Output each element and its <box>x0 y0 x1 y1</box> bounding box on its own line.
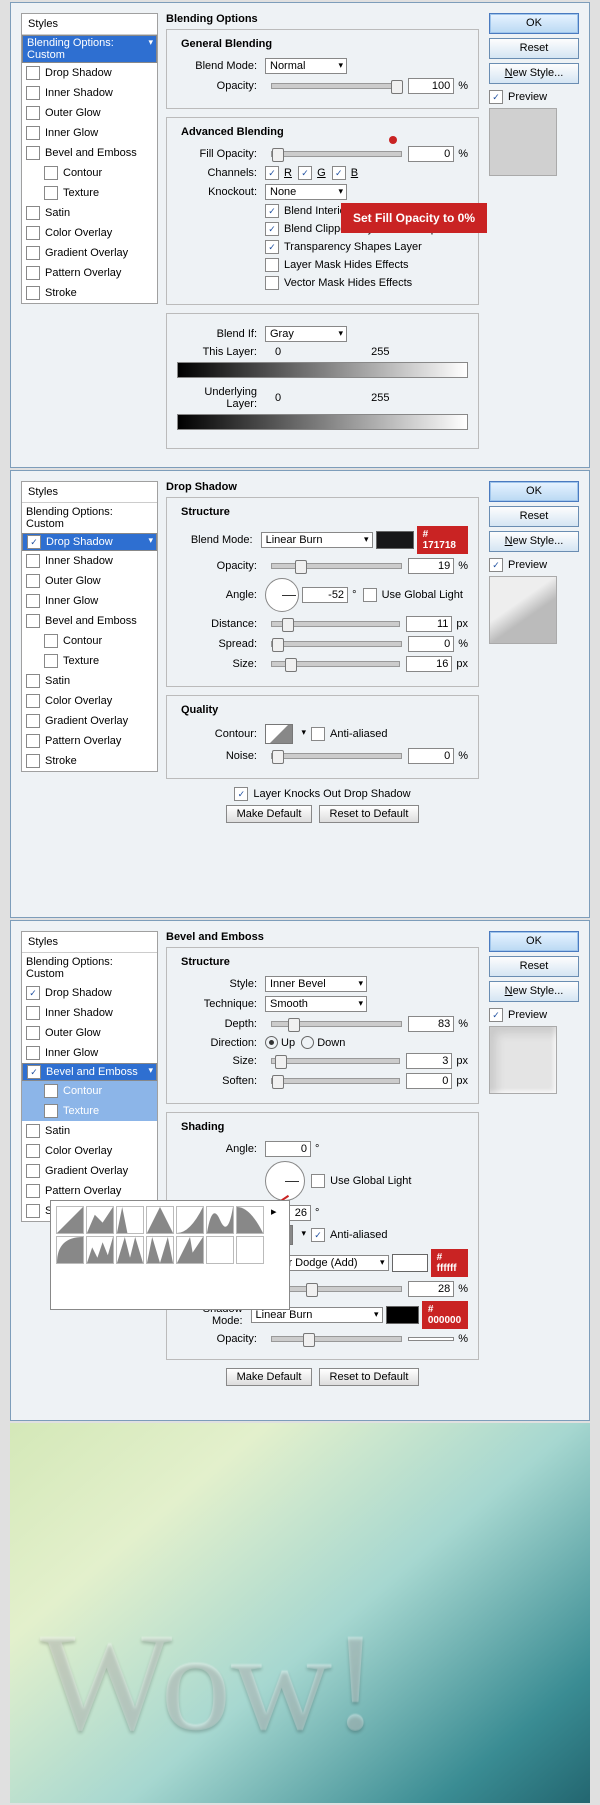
style-inner-glow[interactable]: Inner Glow <box>22 123 157 143</box>
reset-button[interactable]: Reset <box>489 38 579 59</box>
annotation-callout: Set Fill Opacity to 0% <box>341 203 487 233</box>
style-bevel-emboss[interactable]: Bevel and Emboss <box>22 1063 157 1081</box>
style-select[interactable]: Inner Bevel <box>265 976 367 992</box>
underlying-layer-gradient[interactable] <box>177 414 468 430</box>
bevel-emboss-panel: Styles Blending Options: Custom Drop Sha… <box>10 920 590 1421</box>
style-gradient-overlay[interactable]: Gradient Overlay <box>22 243 157 263</box>
angle-altitude-dial[interactable] <box>265 1161 305 1201</box>
opacity-slider[interactable] <box>271 83 402 89</box>
technique-select[interactable]: Smooth <box>265 996 367 1012</box>
opacity-input[interactable]: 100 <box>408 78 454 94</box>
style-drop-shadow[interactable]: Drop Shadow <box>22 533 157 551</box>
ok-button[interactable]: OK <box>489 931 579 952</box>
blending-options-item[interactable]: Blending Options: Custom <box>22 35 157 63</box>
make-default-button[interactable]: Make Default <box>226 805 313 823</box>
style-contour[interactable]: Contour <box>22 163 157 183</box>
preview-checkbox[interactable] <box>489 90 503 104</box>
ok-button[interactable]: OK <box>489 481 579 502</box>
contour-presets-popup[interactable]: ▸ <box>50 1200 290 1310</box>
style-bevel-emboss[interactable]: Bevel and Emboss <box>22 143 157 163</box>
contour-popup-arrow-icon[interactable]: ▸ <box>271 1205 277 1235</box>
style-satin[interactable]: Satin <box>22 203 157 223</box>
style-drop-shadow[interactable]: Drop Shadow <box>22 63 157 83</box>
channel-b-checkbox[interactable] <box>332 166 346 180</box>
styles-list: Styles Blending Options: Custom Drop Sha… <box>21 481 158 772</box>
knockout-select[interactable]: None <box>265 184 347 200</box>
angle-dial[interactable] <box>265 578 299 612</box>
style-stroke[interactable]: Stroke <box>22 283 157 303</box>
styles-list: Styles Blending Options: Custom Drop Sha… <box>21 931 158 1222</box>
blending-options-item[interactable]: Blending Options: Custom <box>22 503 157 533</box>
dialog-buttons: OK Reset New Style... Preview <box>489 13 579 176</box>
preview-swatch <box>489 1026 557 1094</box>
new-style-button[interactable]: New Style... <box>489 63 579 84</box>
blend-mode-select[interactable]: Normal <box>265 58 347 74</box>
section-title: Blending Options <box>166 13 479 25</box>
drop-shadow-panel: Styles Blending Options: Custom Drop Sha… <box>10 470 590 918</box>
direction-down-radio[interactable] <box>301 1036 314 1049</box>
color-tag: # 171718 <box>417 526 468 554</box>
style-texture[interactable]: Texture <box>22 183 157 203</box>
contour-thumb[interactable] <box>56 1206 84 1234</box>
reset-button[interactable]: Reset <box>489 956 579 977</box>
new-style-button[interactable]: New Style... <box>489 531 579 552</box>
channel-g-checkbox[interactable] <box>298 166 312 180</box>
reset-default-button[interactable]: Reset to Default <box>319 805 420 823</box>
blend-if-select[interactable]: Gray <box>265 326 347 342</box>
style-inner-shadow[interactable]: Inner Shadow <box>22 83 157 103</box>
preview-swatch <box>489 576 557 644</box>
styles-header: Styles <box>22 14 157 35</box>
styles-list: Styles Blending Options: Custom Drop Sha… <box>21 13 158 304</box>
result-text: Wow! <box>40 1602 379 1763</box>
style-outer-glow[interactable]: Outer Glow <box>22 103 157 123</box>
result-preview: Wow! <box>10 1423 590 1803</box>
blend-mode-select[interactable]: Linear Burn <box>261 532 373 548</box>
checkbox[interactable] <box>26 66 40 80</box>
this-layer-gradient[interactable] <box>177 362 468 378</box>
new-style-button[interactable]: New Style... <box>489 981 579 1002</box>
color-swatch[interactable] <box>376 531 414 549</box>
ok-button[interactable]: OK <box>489 13 579 34</box>
style-pattern-overlay[interactable]: Pattern Overlay <box>22 263 157 283</box>
blending-options-panel: Styles Blending Options: Custom Drop Sha… <box>10 2 590 468</box>
callout-dot <box>389 136 397 144</box>
fill-opacity-input[interactable]: 0 <box>408 146 454 162</box>
fill-opacity-slider[interactable] <box>271 151 402 157</box>
preview-swatch <box>489 108 557 176</box>
direction-up-radio[interactable] <box>265 1036 278 1049</box>
contour-picker[interactable] <box>265 724 293 744</box>
style-color-overlay[interactable]: Color Overlay <box>22 223 157 243</box>
channel-r-checkbox[interactable] <box>265 166 279 180</box>
reset-button[interactable]: Reset <box>489 506 579 527</box>
